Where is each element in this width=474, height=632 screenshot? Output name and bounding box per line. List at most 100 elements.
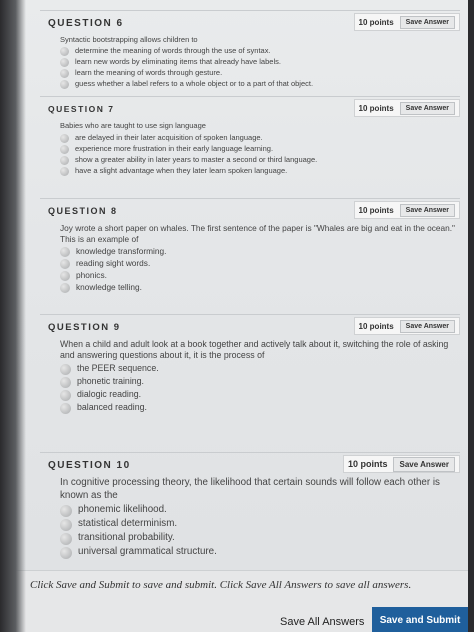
answer-option[interactable]: have a slight advantage when they later … bbox=[60, 166, 460, 176]
answer-option[interactable]: learn the meaning of words through gestu… bbox=[60, 68, 460, 78]
option-label: statistical determinism. bbox=[78, 518, 178, 529]
save-and-submit-button[interactable]: Save and Submit bbox=[372, 607, 468, 632]
question-body: In cognitive processing theory, the like… bbox=[40, 475, 460, 566]
radio-button[interactable] bbox=[60, 519, 72, 531]
question-title: QUESTION 7 bbox=[48, 104, 115, 114]
save-answer-button[interactable]: Save Answer bbox=[399, 203, 455, 217]
option-label: knowledge telling. bbox=[76, 282, 142, 292]
option-label: universal grammatical structure. bbox=[78, 546, 217, 557]
radio-button[interactable] bbox=[60, 505, 72, 517]
screen-bezel-right bbox=[468, 0, 474, 632]
save-answer-button[interactable]: Save Answer bbox=[393, 456, 455, 472]
option-label: the PEER sequence. bbox=[77, 363, 159, 373]
option-label: reading sight words. bbox=[76, 258, 151, 268]
save-answer-button[interactable]: Save Answer bbox=[399, 15, 455, 29]
radio-button[interactable] bbox=[60, 283, 70, 293]
screen-bezel-left bbox=[0, 0, 26, 632]
option-label: guess whether a label refers to a whole … bbox=[75, 79, 314, 88]
save-answer-button[interactable]: Save Answer bbox=[399, 101, 455, 115]
question-header: QUESTION 8 10 points Save Answer bbox=[40, 199, 460, 221]
question-text: When a child and adult look at a book to… bbox=[60, 339, 449, 360]
points-label: 10 points bbox=[358, 321, 394, 331]
option-label: have a slight advantage when they later … bbox=[75, 165, 288, 175]
question-title: QUESTION 6 bbox=[48, 18, 124, 29]
points-label: 10 points bbox=[358, 103, 394, 113]
option-label: determine the meaning of words through t… bbox=[75, 46, 271, 55]
radio-button[interactable] bbox=[60, 547, 72, 559]
radio-button[interactable] bbox=[60, 259, 70, 269]
question-text: Syntactic bootstrapping allows children … bbox=[60, 35, 198, 44]
radio-button[interactable] bbox=[60, 47, 69, 56]
option-label: experience more frustration in their ear… bbox=[75, 143, 274, 153]
answer-option[interactable]: transitional probability. bbox=[60, 532, 460, 545]
question-body: Syntactic bootstrapping allows children … bbox=[40, 33, 460, 96]
option-label: knowledge transforming. bbox=[76, 246, 167, 256]
save-answer-button[interactable]: Save Answer bbox=[399, 319, 455, 333]
question-title: QUESTION 10 bbox=[48, 460, 131, 471]
answer-option[interactable]: experience more frustration in their ear… bbox=[60, 144, 460, 154]
radio-button[interactable] bbox=[60, 58, 69, 67]
answer-option[interactable]: phonics. bbox=[60, 270, 460, 281]
answer-option[interactable]: reading sight words. bbox=[60, 258, 460, 269]
question-10: QUESTION 10 10 points Save Answer In cog… bbox=[40, 452, 460, 566]
radio-button[interactable] bbox=[60, 271, 70, 281]
question-header: QUESTION 7 10 points Save Answer bbox=[40, 97, 460, 119]
assessment-page: QUESTION 6 10 points Save Answer Syntact… bbox=[0, 0, 474, 632]
option-label: are delayed in their later acquisition o… bbox=[75, 132, 263, 142]
radio-button[interactable] bbox=[60, 155, 69, 165]
radio-button[interactable] bbox=[60, 133, 69, 143]
answer-option[interactable]: learn new words by eliminating items tha… bbox=[60, 57, 460, 67]
footer-instructions: Click Save and Submit to save and submit… bbox=[30, 579, 412, 591]
save-all-answers-button[interactable]: Save All Answers bbox=[270, 613, 374, 631]
answer-option[interactable]: determine the meaning of words through t… bbox=[60, 46, 460, 56]
answer-option[interactable]: universal grammatical structure. bbox=[60, 546, 460, 559]
answer-option[interactable]: statistical determinism. bbox=[60, 518, 460, 531]
points-box: 10 points Save Answer bbox=[353, 317, 460, 335]
option-label: show a greater ability in later years to… bbox=[75, 154, 318, 164]
question-8: QUESTION 8 10 points Save Answer Joy wro… bbox=[40, 198, 460, 300]
radio-button[interactable] bbox=[60, 69, 69, 78]
answer-option[interactable]: knowledge transforming. bbox=[60, 246, 460, 257]
points-label: 10 points bbox=[358, 17, 394, 27]
radio-button[interactable] bbox=[60, 80, 69, 89]
points-box: 10 points Save Answer bbox=[342, 455, 460, 473]
option-label: learn the meaning of words through gestu… bbox=[75, 68, 223, 77]
answer-option[interactable]: guess whether a label refers to a whole … bbox=[60, 79, 460, 89]
answer-option[interactable]: show a greater ability in later years to… bbox=[60, 155, 460, 165]
option-label: phonemic likelihood. bbox=[78, 504, 167, 515]
radio-button[interactable] bbox=[60, 247, 70, 257]
submit-footer: Click Save and Submit to save and submit… bbox=[0, 570, 468, 632]
answer-option[interactable]: are delayed in their later acquisition o… bbox=[60, 133, 460, 143]
answer-option[interactable]: the PEER sequence. bbox=[60, 363, 460, 375]
radio-button[interactable] bbox=[60, 533, 72, 545]
answer-option[interactable]: phonetic training. bbox=[60, 376, 460, 388]
points-box: 10 points Save Answer bbox=[353, 99, 460, 117]
radio-button[interactable] bbox=[60, 166, 69, 176]
question-7: QUESTION 7 10 points Save Answer Babies … bbox=[40, 96, 460, 183]
points-box: 10 points Save Answer bbox=[353, 13, 460, 31]
answer-option[interactable]: phonemic likelihood. bbox=[60, 504, 460, 517]
question-body: Joy wrote a short paper on whales. The f… bbox=[40, 221, 460, 300]
answer-option[interactable]: dialogic reading. bbox=[60, 389, 460, 401]
points-label: 10 points bbox=[358, 205, 394, 215]
option-label: phonetic training. bbox=[77, 376, 144, 386]
answer-option[interactable]: balanced reading. bbox=[60, 402, 460, 414]
question-header: QUESTION 9 10 points Save Answer bbox=[40, 315, 460, 337]
question-header: QUESTION 6 10 points Save Answer bbox=[40, 11, 460, 33]
question-text: Babies who are taught to use sign langua… bbox=[60, 121, 206, 130]
option-label: balanced reading. bbox=[77, 402, 147, 412]
question-body: Babies who are taught to use sign langua… bbox=[40, 119, 460, 183]
option-label: transitional probability. bbox=[78, 532, 175, 543]
radio-button[interactable] bbox=[60, 364, 71, 375]
option-label: dialogic reading. bbox=[77, 389, 142, 399]
question-text: In cognitive processing theory, the like… bbox=[60, 477, 440, 501]
question-body: When a child and adult look at a book to… bbox=[40, 337, 460, 421]
option-label: phonics. bbox=[76, 270, 107, 280]
points-label: 10 points bbox=[347, 459, 388, 469]
answer-option[interactable]: knowledge telling. bbox=[60, 282, 460, 293]
radio-button[interactable] bbox=[60, 403, 71, 414]
radio-button[interactable] bbox=[60, 390, 71, 401]
radio-button[interactable] bbox=[60, 144, 69, 154]
radio-button[interactable] bbox=[60, 377, 71, 388]
option-label: learn new words by eliminating items tha… bbox=[75, 57, 281, 66]
